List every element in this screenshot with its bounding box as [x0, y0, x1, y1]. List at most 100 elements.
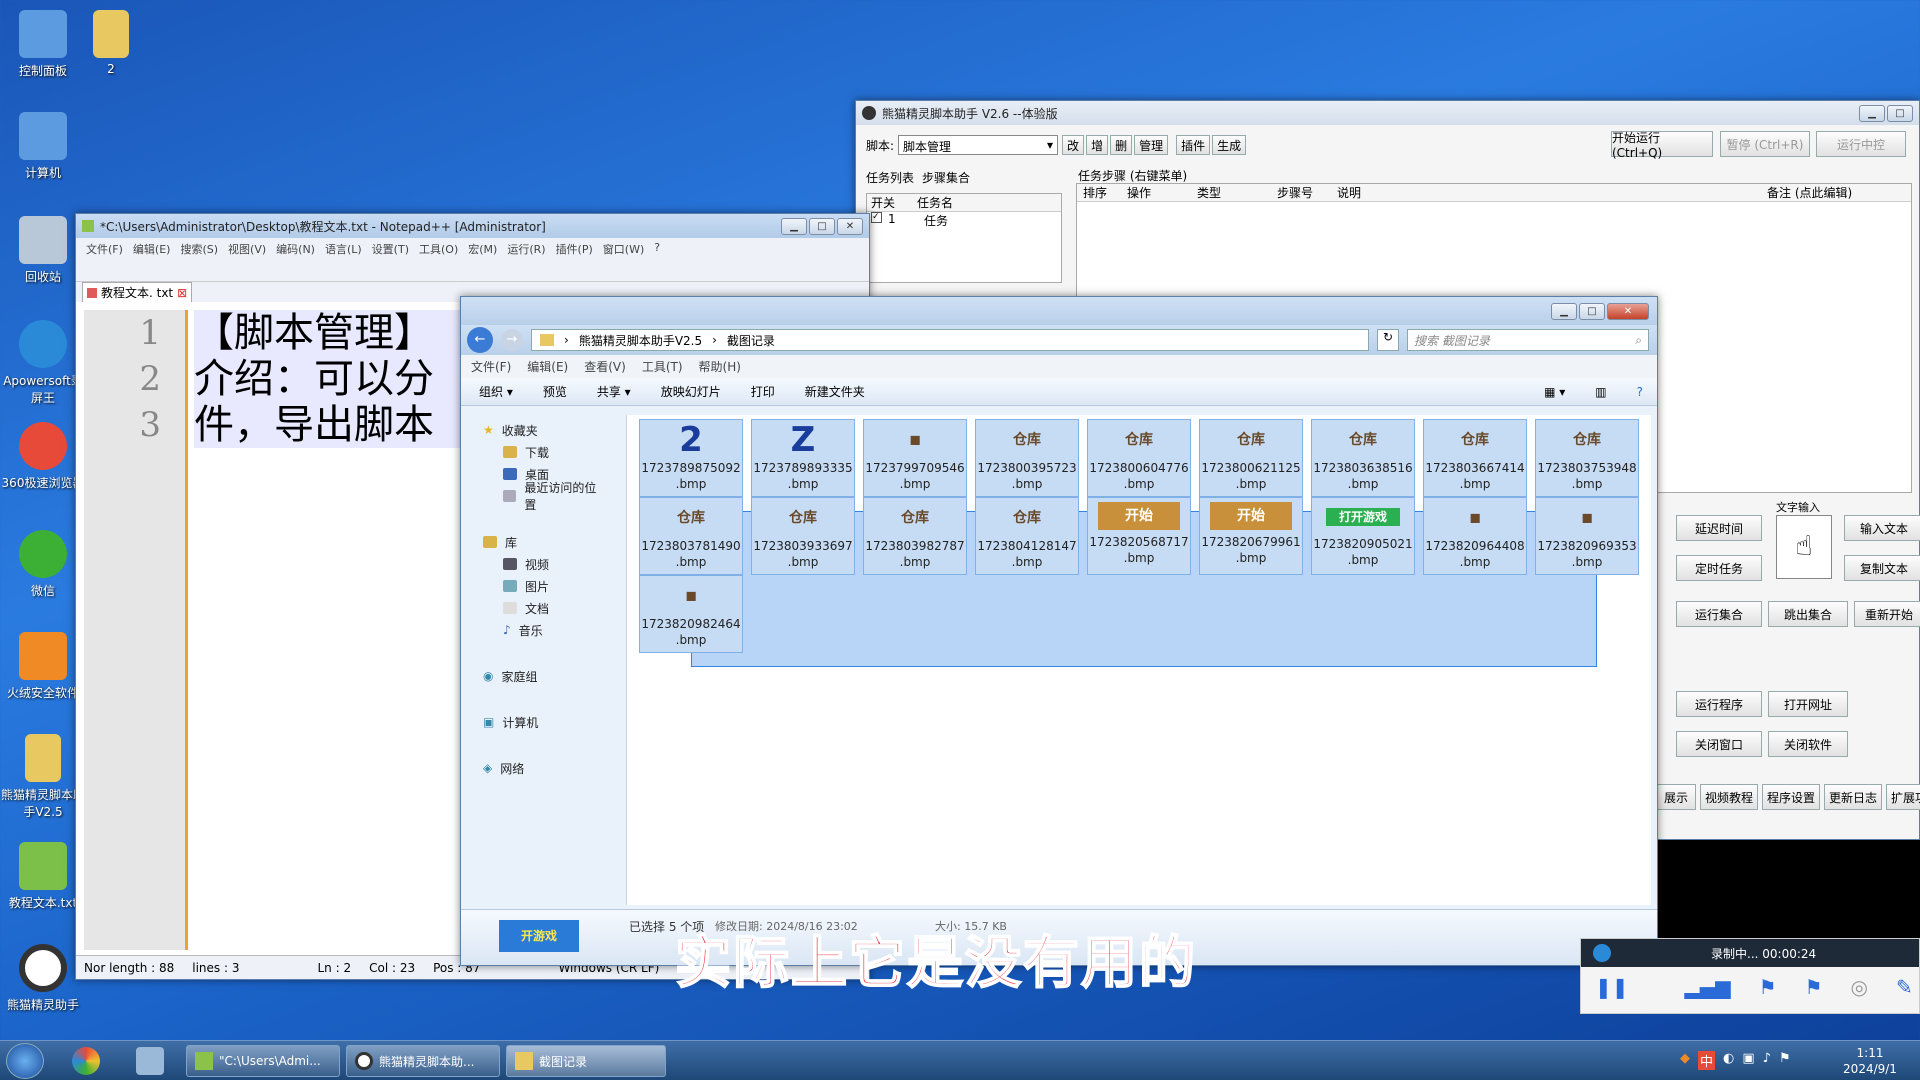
volume-icon[interactable]: ♪ — [1763, 1051, 1771, 1070]
tree-item-recent[interactable]: 最近访问的位置 — [483, 481, 605, 512]
browser-360-icon[interactable]: 360极速浏览器 — [0, 422, 86, 491]
extensions-button[interactable]: 扩展功能 — [1886, 784, 1920, 810]
menu-settings[interactable]: 设置(T) — [372, 241, 409, 257]
menu-run[interactable]: 运行(R) — [507, 241, 545, 257]
pause-icon[interactable]: ❚❚ — [1595, 975, 1629, 999]
breadcrumb-parent[interactable]: 熊猫精灵脚本助手V2.5 — [579, 332, 702, 349]
script-select[interactable]: 脚本管理 ▾ — [898, 135, 1059, 155]
open-url-button[interactable]: 打开网址 — [1768, 691, 1848, 717]
panda-app-icon[interactable]: 熊猫精灵助手 — [0, 944, 86, 1013]
file-item[interactable]: 仓库 1723800604776 .bmp — [1087, 419, 1191, 497]
tray-flag-icon[interactable]: ⚑ — [1779, 1051, 1791, 1070]
run-set-button[interactable]: 运行集合 — [1676, 601, 1762, 627]
tab-step-set[interactable]: 步骤集合 — [922, 169, 970, 186]
brush-icon[interactable]: ⚑ — [1759, 975, 1777, 999]
file-item[interactable]: 仓库 1723804128147 .bmp — [975, 497, 1079, 575]
file-item[interactable]: 打开游戏 1723820905021 .bmp — [1311, 497, 1415, 575]
close-tab-icon[interactable]: ⊠ — [177, 286, 187, 300]
menu-view[interactable]: 视图(V) — [228, 241, 266, 257]
tree-item-music[interactable]: ♪ 音乐 — [483, 619, 605, 641]
menu-help[interactable]: 帮助(H) — [699, 358, 741, 375]
manage-script-button[interactable]: 管理 — [1134, 135, 1169, 155]
maximize-button[interactable]: □ — [1887, 104, 1913, 122]
table-row[interactable]: ✓ 1 任务 — [867, 212, 1061, 229]
ime-indicator[interactable]: 中 — [1698, 1051, 1716, 1070]
clock[interactable]: 1:11 2024/9/1 — [1832, 1045, 1908, 1077]
video-tutorial-button[interactable]: 视频教程 — [1700, 784, 1758, 810]
file-item[interactable]: 仓库 1723800621125 .bmp — [1199, 419, 1303, 497]
tree-library[interactable]: 库 — [483, 531, 605, 553]
preview-pane-icon[interactable]: ▥ — [1595, 385, 1606, 399]
restart-button[interactable]: 重新开始 — [1854, 601, 1920, 627]
folder-icon[interactable]: 2 — [68, 10, 154, 76]
show-button[interactable]: 展示 — [1656, 784, 1696, 810]
menu-language[interactable]: 语言(L) — [325, 241, 362, 257]
changelog-button[interactable]: 更新日志 — [1824, 784, 1882, 810]
file-item[interactable]: 开始 1723820568717 .bmp — [1087, 497, 1191, 575]
menu-edit[interactable]: 编辑(E) — [133, 241, 171, 257]
menu-tools[interactable]: 工具(T) — [642, 358, 683, 375]
pen-icon[interactable]: ✎ — [1896, 975, 1913, 999]
close-button[interactable]: ✕ — [837, 217, 863, 235]
file-item[interactable]: 仓库 1723803753948 .bmp — [1535, 419, 1639, 497]
slideshow-button[interactable]: 放映幻灯片 — [661, 383, 721, 400]
back-button[interactable]: ← — [467, 327, 493, 353]
maximize-button[interactable]: □ — [809, 217, 835, 235]
taskbar-browser-icon[interactable] — [72, 1047, 100, 1075]
webcam-icon[interactable]: ◎ — [1851, 975, 1868, 999]
tray-fire-icon[interactable]: ◆ — [1680, 1051, 1690, 1070]
search-input[interactable]: 搜索 截图记录 ⌕ — [1407, 329, 1649, 351]
generate-button[interactable]: 生成 — [1212, 135, 1247, 155]
computer-icon[interactable]: 计算机 — [0, 112, 86, 181]
file-item[interactable]: 仓库 1723803982787 .bmp — [863, 497, 967, 575]
input-text-button[interactable]: 输入文本 — [1844, 515, 1920, 541]
plugin-button[interactable]: 插件 — [1176, 135, 1211, 155]
menu-file[interactable]: 文件(F) — [86, 241, 123, 257]
text-input-icon[interactable]: ☝ — [1776, 515, 1832, 579]
tab-tutorial-txt[interactable]: 教程文本. txt ⊠ — [82, 282, 193, 302]
file-item[interactable]: 仓库 1723803781490 .bmp — [639, 497, 743, 575]
tree-homegroup[interactable]: ◉ 家庭组 — [483, 665, 605, 687]
menu-encoding[interactable]: 编码(N) — [276, 241, 315, 257]
minimize-button[interactable]: ▁ — [781, 217, 807, 235]
refresh-button[interactable]: ↻ — [1377, 329, 1399, 351]
file-item[interactable]: 仓库 1723800395723 .bmp — [975, 419, 1079, 497]
maximize-button[interactable]: □ — [1579, 303, 1605, 320]
tree-item-documents[interactable]: 文档 — [483, 597, 605, 619]
add-script-button[interactable]: 增 — [1086, 135, 1109, 155]
scheduled-task-button[interactable]: 定时任务 — [1676, 555, 1762, 581]
huorong-icon[interactable]: 火绒安全软件 — [0, 632, 86, 701]
file-item[interactable]: 仓库 1723803933697 .bmp — [751, 497, 855, 575]
tree-computer[interactable]: ▣ 计算机 — [483, 711, 605, 733]
stop-button[interactable]: 运行中控 — [1816, 131, 1906, 157]
taskbar-explorer[interactable]: 截图记录 — [506, 1045, 666, 1077]
panda-folder-icon[interactable]: 熊猫精灵脚本助手V2.5 — [0, 734, 86, 820]
file-item[interactable]: 2 1723789875092 .bmp — [639, 419, 743, 497]
tray-network-icon[interactable]: ◐ — [1723, 1051, 1734, 1070]
settings-button[interactable]: 程序设置 — [1762, 784, 1820, 810]
breadcrumb-current[interactable]: 截图记录 — [727, 332, 775, 349]
signal-icon[interactable]: ▂▄▆ — [1685, 975, 1731, 999]
delete-script-button[interactable]: 删 — [1110, 135, 1133, 155]
menu-search[interactable]: 搜索(S) — [180, 241, 218, 257]
minimize-button[interactable]: ▁ — [1551, 303, 1577, 320]
tree-item-downloads[interactable]: 下载 — [483, 441, 605, 463]
copy-text-button[interactable]: 复制文本 — [1844, 555, 1920, 581]
menu-help[interactable]: ? — [654, 241, 660, 257]
view-options-icon[interactable]: ▦ ▾ — [1544, 385, 1565, 399]
tray-security-icon[interactable]: ▣ — [1742, 1051, 1754, 1070]
organize-button[interactable]: 组织 ▾ — [479, 383, 513, 400]
forward-button[interactable]: → — [501, 329, 523, 351]
file-item[interactable]: ◼ 1723820969353 .bmp — [1535, 497, 1639, 575]
taskbar-notepad[interactable]: "C:\Users\Admi... — [186, 1045, 340, 1077]
menu-macro[interactable]: 宏(M) — [468, 241, 497, 257]
menu-edit[interactable]: 编辑(E) — [527, 358, 568, 375]
exit-set-button[interactable]: 跳出集合 — [1768, 601, 1848, 627]
close-window-button[interactable]: 关闭窗口 — [1676, 731, 1762, 757]
tree-network[interactable]: ◈ 网络 — [483, 757, 605, 779]
marker-icon[interactable]: ⚑ — [1805, 975, 1823, 999]
close-button[interactable]: ✕ — [1607, 303, 1649, 320]
preview-button[interactable]: 预览 — [543, 383, 567, 400]
edit-script-button[interactable]: 改 — [1062, 135, 1085, 155]
file-item[interactable]: ◼ 1723820964408 .bmp — [1423, 497, 1527, 575]
